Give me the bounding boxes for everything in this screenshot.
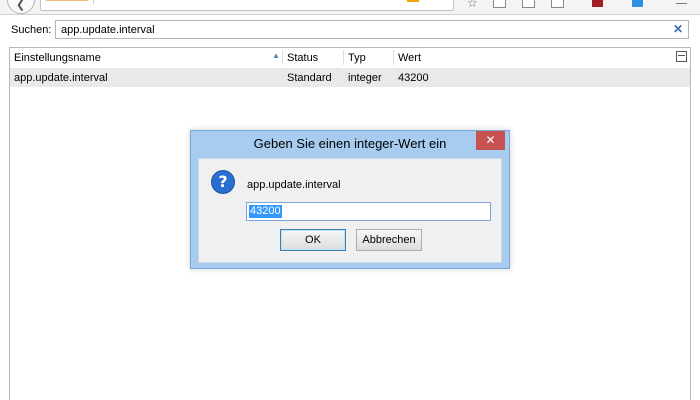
stop-icon[interactable]: ✕ — [437, 0, 446, 3]
dialog-close-button[interactable]: ✕ — [476, 131, 505, 150]
column-header-name[interactable]: Einstellungsname — [14, 52, 101, 64]
column-header-type[interactable]: Typ — [348, 52, 366, 64]
dialog-message: app.update.interval — [247, 179, 341, 191]
warning-icon[interactable] — [407, 0, 419, 2]
reading-list-icon[interactable] — [493, 0, 506, 8]
addon-icon[interactable] — [592, 0, 603, 7]
cell-value: 43200 — [398, 72, 429, 84]
cell-status: Standard — [287, 72, 332, 84]
back-button[interactable]: ❮ — [7, 0, 35, 14]
column-header-value[interactable]: Wert — [398, 52, 421, 64]
bookmark-star-icon[interactable]: ☆ — [467, 0, 478, 10]
column-divider[interactable] — [282, 50, 283, 65]
sort-ascending-icon: ▲ — [272, 51, 280, 60]
column-divider[interactable] — [393, 50, 394, 65]
question-icon: ? — [211, 170, 235, 194]
home-icon[interactable] — [551, 0, 564, 8]
column-header-status[interactable]: Status — [287, 52, 318, 64]
integer-value-selected-text: 43200 — [249, 205, 282, 218]
browser-toolbar: ❮ ✕ ☆ — [0, 0, 700, 15]
integer-value-dialog: Geben Sie einen integer-Wert ein ✕ ? app… — [190, 130, 510, 269]
back-arrow-icon: ❮ — [16, 0, 26, 11]
ok-button[interactable]: OK — [280, 229, 346, 251]
sync-icon[interactable] — [632, 0, 643, 7]
search-label: Suchen: — [11, 24, 52, 36]
menu-icon[interactable] — [676, 0, 687, 4]
column-picker-icon[interactable] — [676, 51, 687, 62]
search-input-value: app.update.interval — [61, 24, 155, 36]
clear-search-icon[interactable]: ✕ — [673, 22, 683, 36]
table-header: Einstellungsname ▲ Status Typ Wert — [10, 48, 690, 69]
site-identity-icon[interactable] — [45, 0, 89, 1]
search-input[interactable]: app.update.interval ✕ — [55, 20, 689, 39]
cancel-button[interactable]: Abbrechen — [356, 229, 422, 251]
dialog-title: Geben Sie einen integer-Wert ein — [253, 136, 447, 151]
integer-value-input[interactable]: 43200 — [246, 202, 491, 221]
urlbar-separator — [93, 0, 94, 4]
table-row[interactable]: app.update.interval Standard integer 432… — [10, 68, 690, 87]
dialog-body: ? app.update.interval 43200 OK Abbrechen — [198, 158, 502, 263]
column-divider[interactable] — [343, 50, 344, 65]
cell-name: app.update.interval — [14, 72, 108, 84]
address-bar[interactable]: ✕ — [40, 0, 454, 11]
downloads-icon[interactable] — [522, 0, 535, 8]
cell-type: integer — [348, 72, 382, 84]
